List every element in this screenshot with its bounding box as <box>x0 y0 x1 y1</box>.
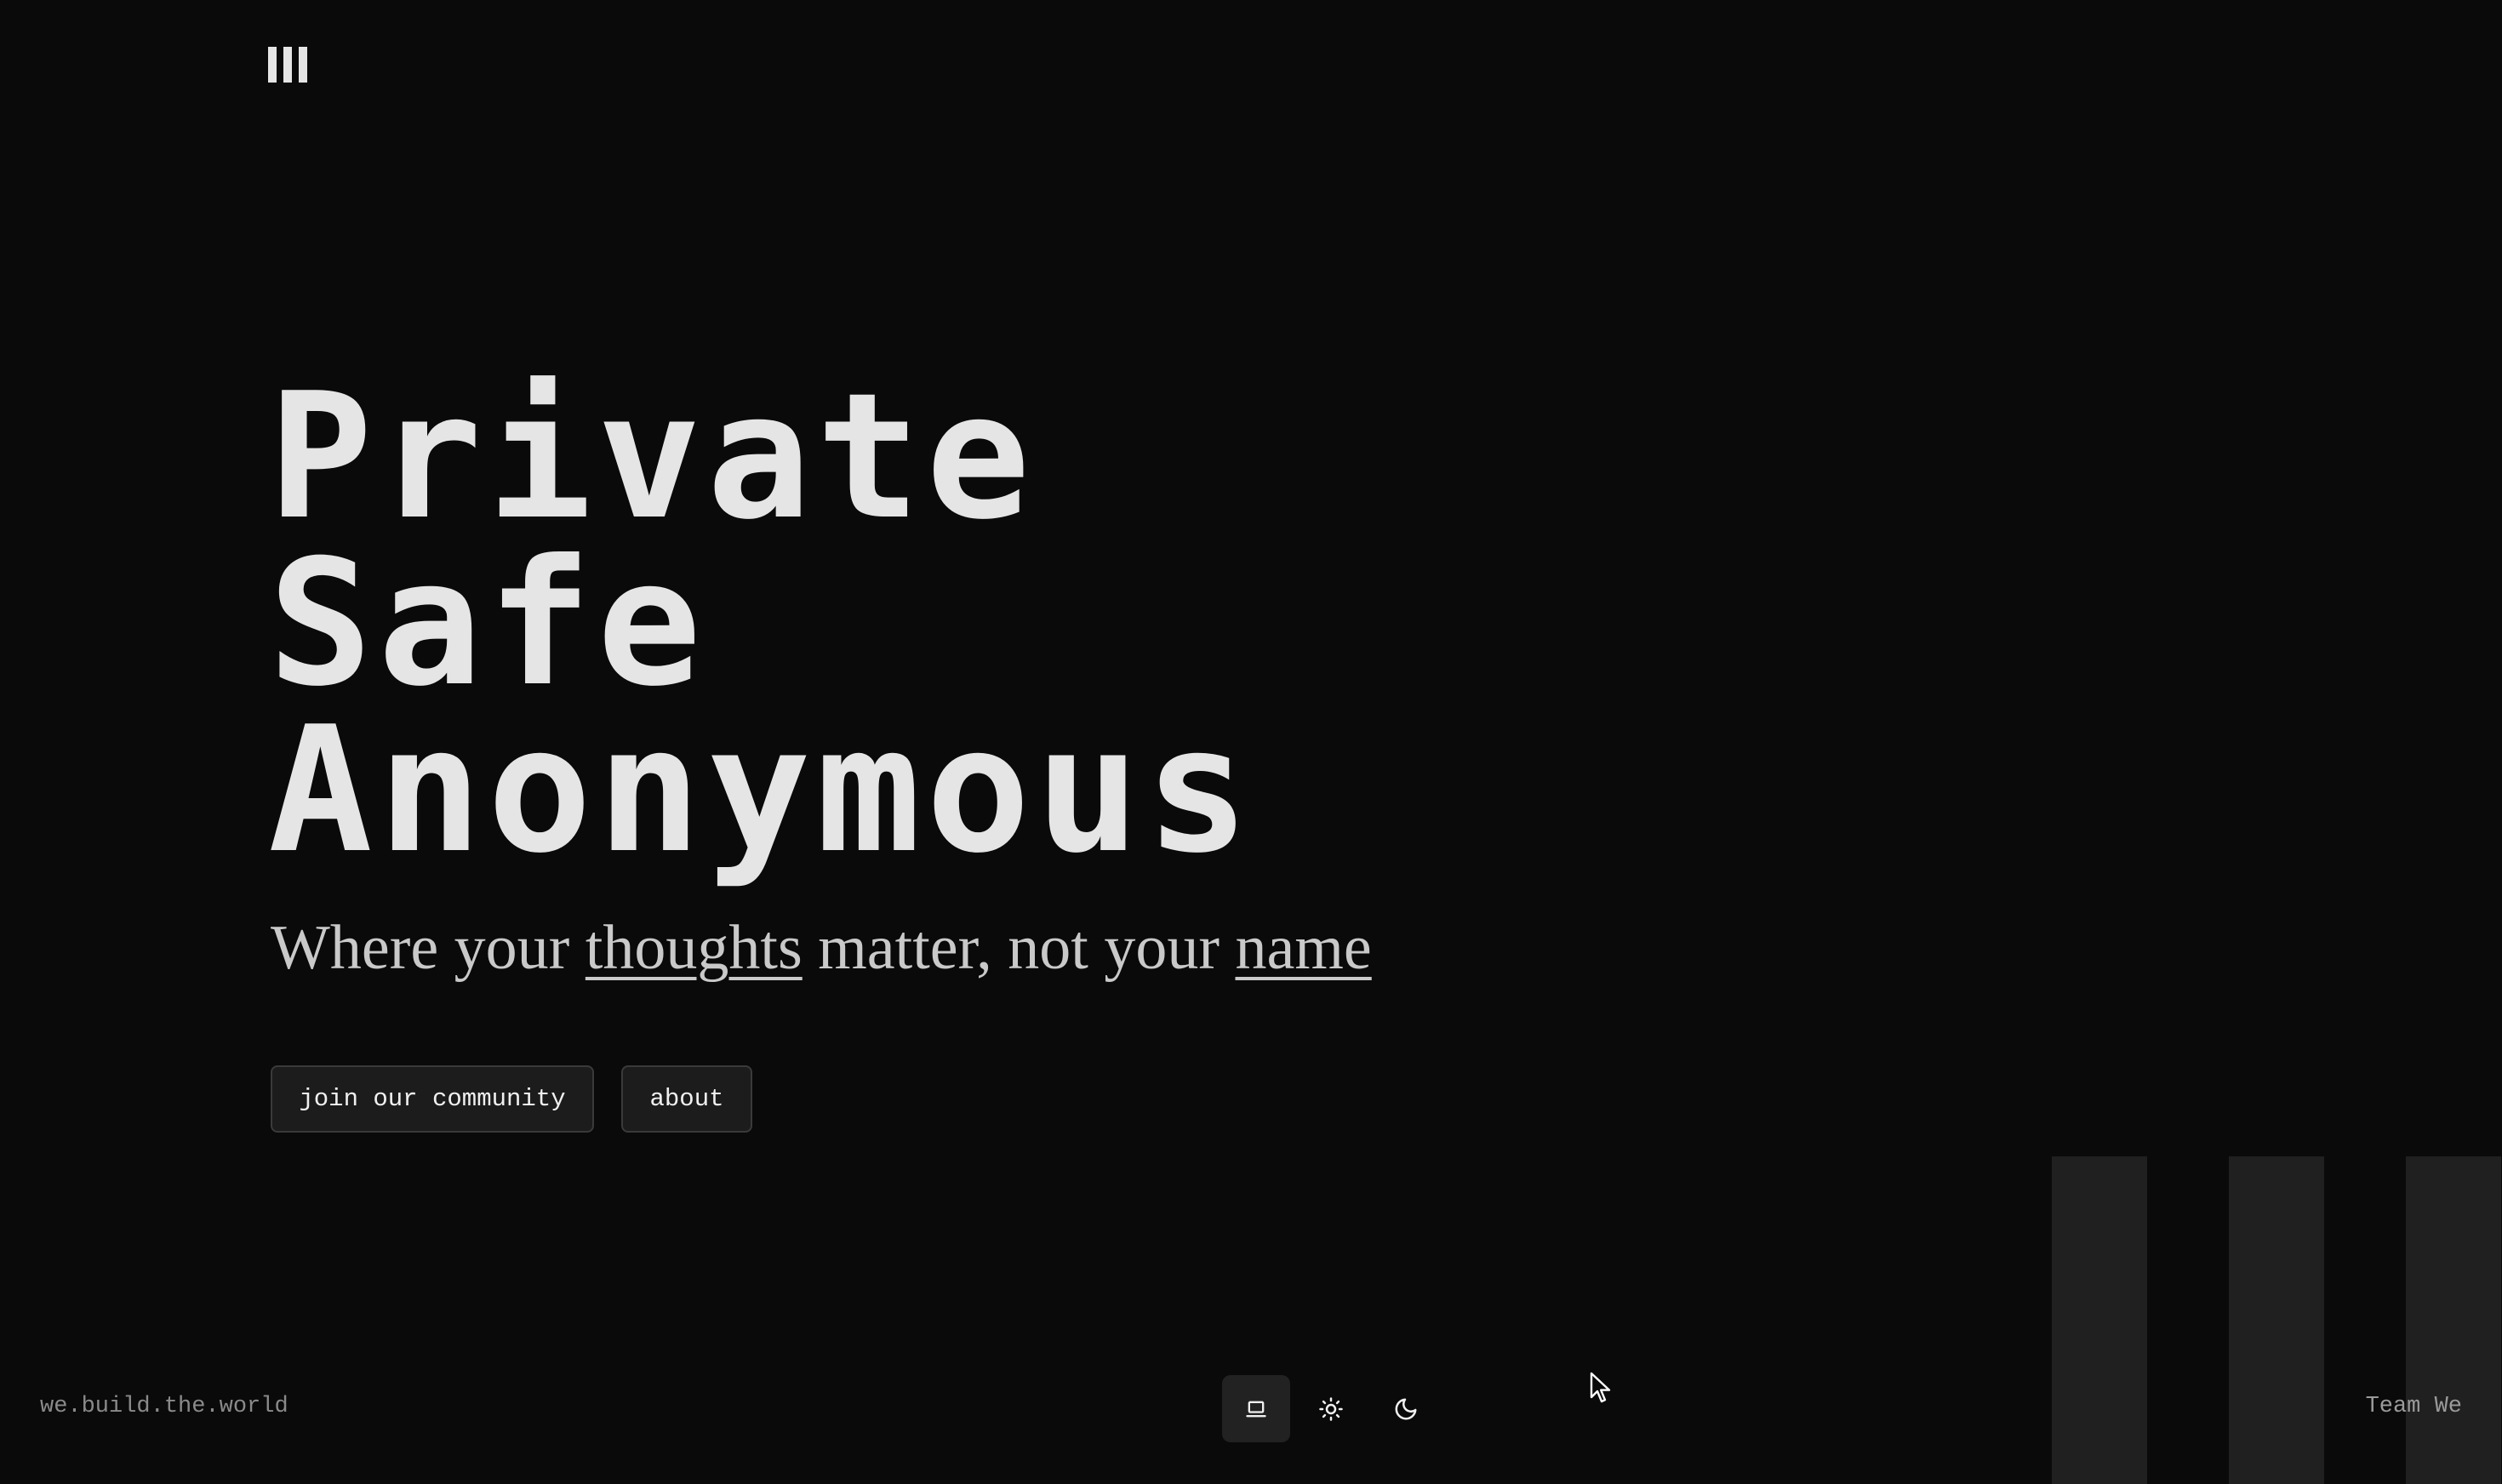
theme-switcher <box>1222 1375 1440 1442</box>
decorative-stripe <box>2052 1156 2147 1484</box>
logo-bar <box>268 47 277 83</box>
thoughts-link[interactable]: thoughts <box>586 913 803 983</box>
decorative-stripe <box>2229 1156 2324 1484</box>
dark-theme-button[interactable] <box>1372 1375 1440 1442</box>
hero-heading: Private Safe Anonymous <box>268 357 1255 892</box>
name-link[interactable]: name <box>1236 913 1372 983</box>
tagline-text-2: matter, not your <box>802 913 1236 983</box>
sun-icon <box>1318 1396 1344 1422</box>
tagline: Where your thoughts matter, not your nam… <box>271 907 1372 989</box>
light-theme-button[interactable] <box>1297 1375 1365 1442</box>
hero-line-safe: Safe <box>268 523 707 725</box>
laptop-icon <box>1244 1397 1268 1421</box>
logo-icon[interactable] <box>268 47 307 83</box>
footer-team-name: Team We <box>2365 1394 2462 1419</box>
footer-tagline: we.build.the.world <box>40 1394 288 1419</box>
decorative-stripe <box>2406 1156 2501 1484</box>
join-community-button[interactable]: join our community <box>271 1065 594 1133</box>
tagline-text-1: Where your <box>271 913 586 983</box>
logo-bar <box>283 47 292 83</box>
mouse-cursor-icon <box>1590 1372 1612 1408</box>
hero-line-private: Private <box>268 357 1036 558</box>
moon-icon <box>1393 1396 1419 1422</box>
logo-bar <box>299 47 307 83</box>
hero-line-anonymous: Anonymous <box>268 690 1255 892</box>
system-theme-button[interactable] <box>1222 1375 1290 1442</box>
about-button[interactable]: about <box>621 1065 752 1133</box>
